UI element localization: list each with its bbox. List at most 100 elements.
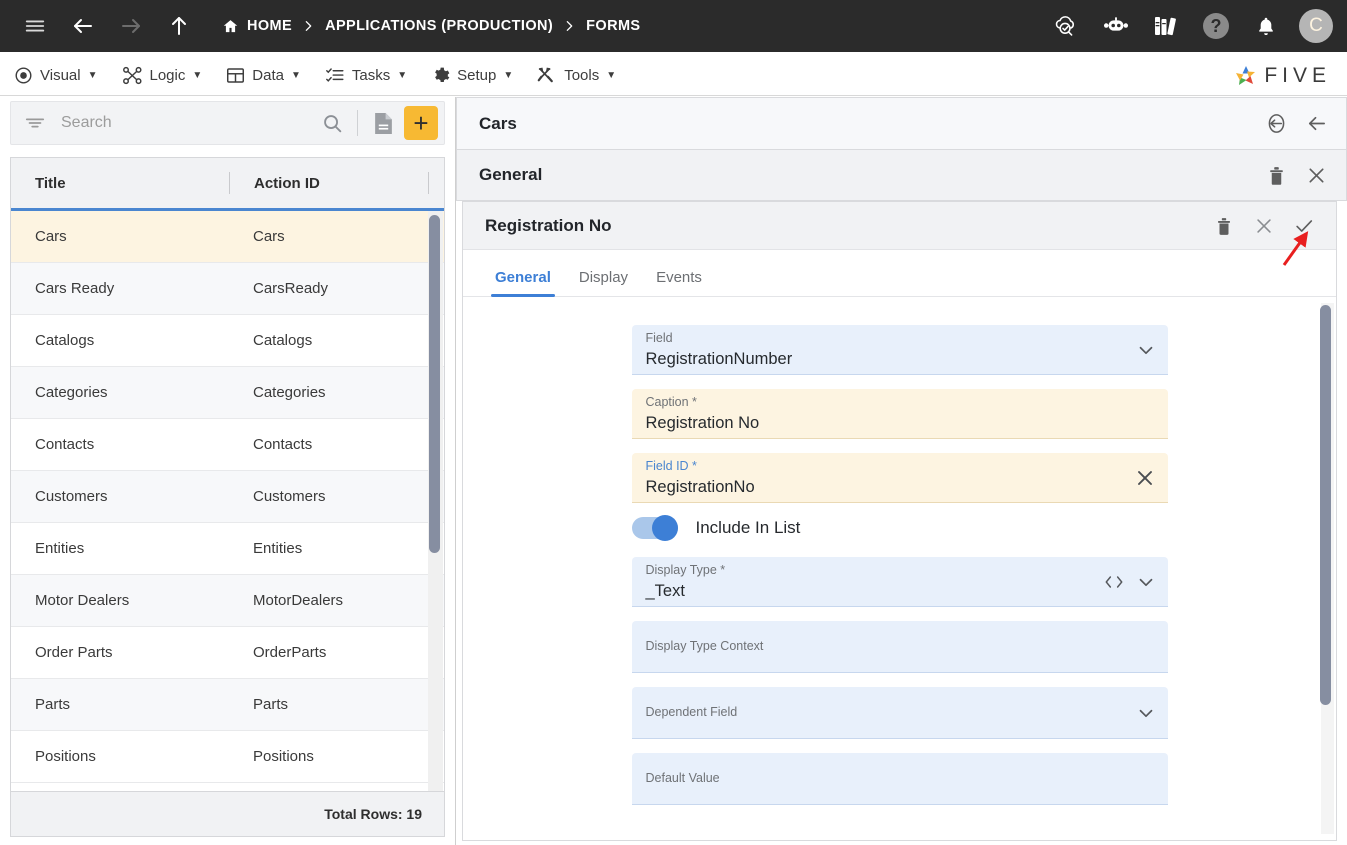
menu-item-tasks[interactable]: Tasks ▼ [325, 66, 407, 85]
search-icon[interactable] [315, 106, 349, 140]
grid-body: Cars Cars Cars Ready CarsReady Catalogs Catal… [11, 211, 444, 791]
field-form: Field RegistrationNumber Caption * Registra… [463, 297, 1336, 805]
document-icon[interactable] [366, 106, 400, 140]
confirm-check-icon[interactable] [1284, 206, 1324, 246]
robot-icon[interactable] [1099, 9, 1133, 43]
column-header-action-id[interactable]: Action ID [230, 175, 428, 192]
filter-icon[interactable] [25, 115, 45, 131]
breadcrumb-forms[interactable]: FORMS [586, 18, 640, 34]
field-row: Field RegistrationNumber [463, 325, 1336, 375]
form-detail-panel: Cars General Registration No General Dis… [456, 97, 1347, 845]
grid-header-row: Title Action ID [11, 158, 444, 211]
menu-item-visual[interactable]: Visual ▼ [14, 66, 98, 85]
clear-icon[interactable] [1134, 467, 1156, 489]
table-row[interactable]: Categories Categories [11, 367, 444, 419]
field-row: Dependent Field [463, 687, 1336, 739]
search-input[interactable] [59, 113, 315, 133]
cell-title: Contacts [35, 436, 95, 453]
menu-item-tasks-label: Tasks [351, 67, 391, 84]
grid-scrollbar-track[interactable] [428, 211, 443, 791]
field-input-caption[interactable]: Caption * Registration No [631, 389, 1168, 439]
hamburger-menu-icon[interactable] [18, 9, 52, 43]
menu-item-setup[interactable]: Setup ▼ [431, 66, 513, 85]
menu-item-tools[interactable]: Tools ▼ [537, 66, 616, 85]
arrow-up-icon[interactable] [162, 9, 196, 43]
cloud-check-icon[interactable] [1049, 9, 1083, 43]
close-icon[interactable] [1296, 155, 1336, 195]
include-in-list-toggle[interactable] [631, 515, 678, 541]
cell-action-id: Entities [253, 540, 303, 557]
menu-item-data[interactable]: Data ▼ [226, 66, 301, 85]
field-icon-group [1104, 572, 1156, 592]
back-circle-icon[interactable] [1256, 104, 1296, 144]
menu-item-logic[interactable]: Logic ▼ [122, 66, 202, 85]
chevron-down-icon[interactable] [1136, 703, 1156, 723]
forms-grid: Title Action ID Cars Cars Cars Ready CarsRe… [10, 157, 445, 791]
field-input-field-id[interactable]: Field ID * RegistrationNo [631, 453, 1168, 503]
chevron-down-icon[interactable] [1136, 572, 1156, 592]
cell-title: Cars [35, 228, 67, 245]
column-header-title[interactable]: Title [11, 175, 229, 192]
form-scrollbar-track[interactable] [1320, 303, 1334, 834]
table-row[interactable]: Cars Cars [11, 211, 444, 263]
field-row: Field ID * RegistrationNo [463, 453, 1336, 503]
field-input-field[interactable]: Field RegistrationNumber [631, 325, 1168, 375]
cell-action-id: MotorDealers [253, 592, 344, 609]
tab-display[interactable]: Display [565, 269, 642, 296]
grid-footer: Total Rows: 19 [10, 791, 445, 837]
cell-action-id: Customers [253, 488, 326, 505]
table-row[interactable]: Positions Positions [11, 731, 444, 783]
table-row[interactable]: Catalogs Catalogs [11, 315, 444, 367]
top-navigation-bar: HOME APPLICATIONS (PRODUCTION) FORMS ? C [0, 0, 1347, 52]
cell-title: Motor Dealers [35, 592, 130, 609]
chevron-down-icon[interactable] [1136, 340, 1156, 360]
table-row[interactable]: Entities Entities [11, 523, 444, 575]
cell-action-id: Contacts [253, 436, 313, 453]
avatar[interactable]: C [1299, 9, 1333, 43]
tab-general[interactable]: General [481, 269, 565, 297]
field-input-display-type-context[interactable]: Display Type Context [631, 621, 1168, 673]
help-icon[interactable]: ? [1199, 9, 1233, 43]
table-row[interactable]: Contacts Contacts [11, 419, 444, 471]
cell-title: Customers [35, 488, 108, 505]
breadcrumb-home[interactable]: HOME [222, 18, 292, 35]
breadcrumb-applications[interactable]: APPLICATIONS (PRODUCTION) [325, 18, 553, 34]
field-input-default-value[interactable]: Default Value [631, 753, 1168, 805]
tab-events[interactable]: Events [642, 269, 716, 296]
cell-title: Categories [35, 384, 108, 401]
nodes-icon [122, 66, 143, 85]
field-icon-group [1136, 703, 1156, 723]
table-row[interactable]: Customers Customers [11, 471, 444, 523]
code-icon[interactable] [1104, 573, 1124, 591]
cell-title: Positions [35, 748, 96, 765]
field-row: Default Value [463, 753, 1336, 805]
breadcrumb-separator-1 [302, 18, 315, 34]
books-icon[interactable] [1149, 9, 1183, 43]
cell-action-id: Categories [253, 384, 326, 401]
table-row[interactable]: Order Parts OrderParts [11, 627, 444, 679]
menu-item-visual-label: Visual [40, 67, 81, 84]
table-row[interactable]: Parts Parts [11, 679, 444, 731]
add-form-button[interactable]: + [404, 106, 438, 140]
field-value: RegistrationNumber [645, 349, 793, 368]
tools-icon [537, 66, 557, 85]
delete-icon[interactable] [1204, 206, 1244, 246]
arrow-back-icon[interactable] [66, 9, 100, 43]
column-divider[interactable] [428, 172, 429, 194]
grid-scrollbar-thumb[interactable] [429, 215, 440, 553]
field-input-dependent-field[interactable]: Dependent Field [631, 687, 1168, 739]
form-card-general: General [456, 149, 1347, 201]
table-row[interactable]: Cars Ready CarsReady [11, 263, 444, 315]
menu-item-logic-label: Logic [149, 67, 186, 84]
field-input-display-type[interactable]: Display Type * _Text [631, 557, 1168, 607]
arrow-forward-icon[interactable] [114, 9, 148, 43]
form-scrollbar-thumb[interactable] [1320, 305, 1331, 705]
help-glyph: ? [1203, 13, 1229, 39]
arrow-left-icon[interactable] [1296, 104, 1336, 144]
notifications-bell-icon[interactable] [1249, 9, 1283, 43]
home-icon [222, 18, 239, 35]
cell-title: Cars Ready [35, 280, 115, 297]
close-icon[interactable] [1244, 206, 1284, 246]
table-row[interactable]: Motor Dealers MotorDealers [11, 575, 444, 627]
delete-icon[interactable] [1256, 155, 1296, 195]
